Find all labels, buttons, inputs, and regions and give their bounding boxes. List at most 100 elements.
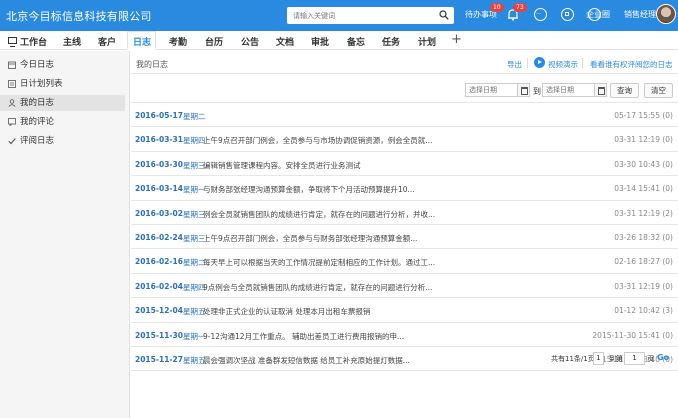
log-time: 03-30 10:43 (0) — [614, 159, 673, 169]
tab-approval[interactable]: 审批 — [311, 35, 329, 48]
log-content[interactable]: 上午9点召开部门例会，全员参与与市场协调促销资源，例会全员就... — [203, 135, 432, 146]
log-date[interactable]: 2016-02-04 — [135, 282, 183, 291]
play-icon[interactable] — [534, 57, 545, 68]
log-date[interactable]: 2015-11-27 — [135, 355, 183, 364]
user-icon — [8, 99, 16, 107]
log-row[interactable]: 2016-02-04 星期四 9点例会与全员就销售团队的成绩进行肯定，就存在的问题进… — [131, 274, 678, 299]
log-row[interactable]: 2015-12-04 星期五 处理非正式企业的认证取消 处理本月出租车票报销 01-1… — [131, 298, 678, 323]
log-date[interactable]: 2016-03-02 — [135, 209, 183, 218]
log-row[interactable]: 2016-05-17 星期二 05-17 15:55 (0) — [131, 103, 678, 128]
workbench-icon — [8, 37, 17, 47]
log-content[interactable]: 每天早上可以根据当天的工作情况提前定制相应的工作计划。通过工... — [203, 257, 435, 268]
log-content[interactable]: 编辑销售管理课程内容。安排全员进行业务测试 — [203, 160, 361, 171]
log-row[interactable]: 2016-03-30 星期三 编辑销售管理课程内容。安排全员进行业务测试 03-30 … — [131, 152, 678, 177]
log-row[interactable]: 2016-02-16 星期二 每天早上可以根据当天的工作情况提前定制相应的工作计划。… — [131, 249, 678, 274]
log-row[interactable]: 2016-03-02 星期三 例会全员就销售团队的成绩进行肯定，就存在的问题进行分析… — [131, 201, 678, 225]
sidebar-item-label: 日计划列表 — [20, 79, 63, 89]
log-time: 03-14 15:41 (0) — [614, 184, 673, 194]
log-row[interactable]: 2015-11-30 星期一 9-12沟通12月工作重点。 辅助出差员工进行费用报销… — [131, 323, 678, 347]
log-time: 01-12 10:42 (3) — [614, 306, 673, 316]
sidebar-item-review-log[interactable]: 评阅日志 — [0, 133, 125, 149]
start-calendar-icon[interactable] — [517, 83, 530, 97]
tab-task[interactable]: 任务 — [382, 35, 400, 48]
start-date-field — [465, 83, 518, 97]
log-row[interactable]: 2016-02-24 星期三 上午9点召开部门例会，全员参与与财务部张经理沟通预算金… — [131, 225, 678, 250]
list-icon — [8, 80, 16, 88]
pager-summary: 共有11条/1页 — [551, 355, 595, 363]
search-icon[interactable] — [439, 10, 449, 20]
log-date[interactable]: 2015-11-30 — [135, 331, 183, 340]
log-time: 02-16 18:27 (0) — [614, 257, 673, 267]
page-current[interactable]: 1 — [593, 352, 604, 365]
page-input[interactable]: 1 — [624, 352, 645, 365]
sidebar-item-label: 我的日志 — [20, 98, 55, 108]
log-content[interactable]: 处理非正式企业的认证取消 处理本月出租车票报销 — [203, 306, 370, 317]
tab-customer[interactable]: 客户 — [98, 35, 116, 48]
log-date[interactable]: 2016-02-24 — [135, 233, 183, 242]
start-date-input[interactable] — [466, 84, 517, 96]
tab-log[interactable]: 日志 — [133, 35, 151, 48]
log-date[interactable]: 2015-12-04 — [135, 306, 183, 315]
log-date[interactable]: 2016-02-16 — [135, 257, 183, 266]
query-button[interactable]: 查询 — [610, 83, 639, 98]
to-label: 到 — [533, 87, 541, 96]
add-tab-button[interactable]: + — [451, 32, 462, 47]
log-date[interactable]: 2016-05-17 — [135, 111, 183, 120]
comment-icon — [8, 118, 16, 126]
divider — [582, 58, 583, 68]
log-row[interactable]: 2016-03-14 星期一 与财务部张经理沟通预算金额，争取将下个月活动预算提升1… — [131, 176, 678, 201]
end-date-field — [542, 83, 595, 97]
video-demo-link[interactable]: 视频演示 — [548, 59, 578, 70]
tab-mainline[interactable]: 主线 — [63, 35, 81, 48]
sidebar-item-my-log[interactable]: 我的日志 — [0, 95, 125, 111]
tab-calendar[interactable]: 台历 — [205, 35, 223, 48]
log-content[interactable]: 与财务部张经理沟通预算金额，争取将下个月活动预算提升10... — [203, 184, 415, 195]
top-bar: 北京今目标信息科技有限公司 待办事项 10 73 ··· 企业圈 销售经理 — [0, 0, 678, 31]
goto-label: 到第 — [609, 355, 623, 363]
search-box — [287, 7, 454, 24]
log-date[interactable]: 2016-03-31 — [135, 135, 183, 144]
log-weekday: 星期二 — [183, 112, 206, 121]
log-content[interactable]: 9-12沟通12月工作重点。 辅助出差员工进行费用报销的申... — [203, 331, 404, 342]
log-date[interactable]: 2016-03-30 — [135, 160, 183, 169]
log-time: 2015-11-30 15:41 (0) — [592, 330, 673, 340]
enterprise-label[interactable]: 企业圈 — [586, 9, 610, 20]
page-unit-label: 页 — [647, 355, 654, 363]
main-header: 我的日志 导出 视频演示 看看谁有权评阅您的日志 — [131, 51, 678, 74]
user-name[interactable]: 销售经理 — [624, 9, 656, 20]
review-permission-link[interactable]: 看看谁有权评阅您的日志 — [590, 59, 673, 70]
log-list: 2016-05-17 星期二 05-17 15:55 (0) 2016-03-31 星期… — [131, 102, 678, 372]
company-name[interactable]: 北京今目标信息科技有限公司 — [6, 8, 152, 24]
end-date-input[interactable] — [543, 84, 594, 96]
tab-plan[interactable]: 计划 — [418, 35, 436, 48]
log-row[interactable]: 2016-03-31 星期四 上午9点召开部门例会，全员参与与市场协调促销资源，例会… — [131, 127, 678, 152]
log-date[interactable]: 2016-03-14 — [135, 184, 183, 193]
tab-document[interactable]: 文档 — [276, 35, 294, 48]
log-content[interactable]: 9点例会与全员就销售团队的成绩进行肯定，就存在的问题进行分析... — [203, 282, 432, 293]
log-time: 03-26 18:32 (0) — [614, 232, 673, 242]
end-calendar-icon[interactable] — [594, 83, 607, 97]
log-content[interactable]: 晨会强调次坚战 准备群发短信数据 给员工补充原始提灯数据... — [203, 355, 410, 366]
more-icon[interactable]: ··· — [534, 8, 547, 21]
sidebar-item-label: 评阅日志 — [20, 136, 55, 146]
tab-notice[interactable]: 公告 — [241, 35, 259, 48]
tab-memo[interactable]: 备忘 — [347, 35, 365, 48]
tab-workbench[interactable]: 工作台 — [20, 35, 47, 48]
export-link[interactable]: 导出 — [507, 59, 522, 70]
tab-attendance[interactable]: 考勤 — [169, 35, 187, 48]
message-icon[interactable] — [561, 8, 574, 21]
search-input[interactable] — [287, 7, 427, 24]
sidebar-item-my-comment[interactable]: 我的评论 — [0, 114, 125, 130]
notify-badge: 73 — [513, 3, 527, 12]
main-nav: 工作台 主线 客户 日志 考勤 台历 公告 文档 审批 备忘 任务 计划 + — [0, 31, 678, 50]
sidebar-item-today-log[interactable]: 今日日志 — [0, 57, 125, 73]
log-content[interactable]: 上午9点召开部门例会，全员参与与财务部张经理沟通预算金额... — [203, 233, 417, 244]
main-content: 我的日志 导出 视频演示 看看谁有权评阅您的日志 到 查询 清空 2016-05… — [131, 51, 678, 418]
go-button[interactable]: Go — [657, 353, 669, 362]
log-time: 05-17 15:55 (0) — [614, 111, 673, 120]
avatar[interactable] — [656, 4, 676, 24]
log-content[interactable]: 例会全员就销售团队的成绩进行肯定，就存在的问题进行分析，并收... — [203, 209, 435, 220]
sidebar-item-daily-plan[interactable]: 日计划列表 — [0, 76, 125, 92]
sidebar-item-label: 我的评论 — [20, 117, 55, 127]
clear-button[interactable]: 清空 — [644, 83, 673, 98]
